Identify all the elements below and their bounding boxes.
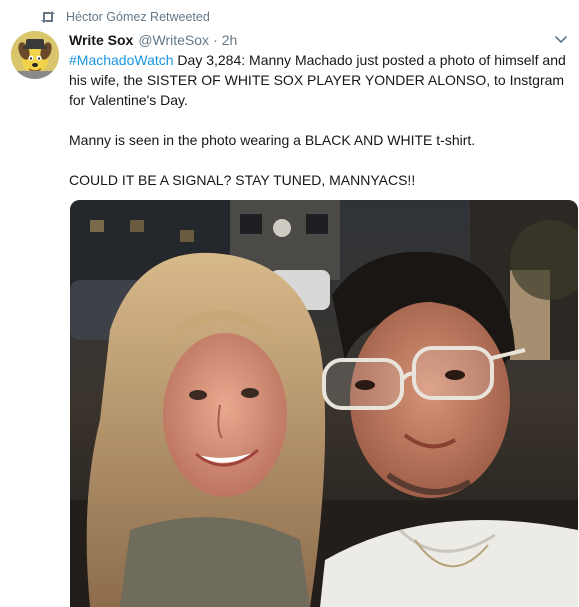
tweet-paragraph-3: COULD IT BE A SIGNAL? STAY TUNED, MANNYA…: [69, 172, 416, 188]
tweet-header: Write Sox @WriteSox · 2h: [69, 30, 237, 50]
author-username[interactable]: @WriteSox: [138, 32, 209, 48]
header-separator: ·: [213, 32, 218, 48]
tweet-paragraph-1: #MachadoWatch Day 3,284: Manny Machado j…: [69, 50, 569, 110]
retweet-context: Héctor Gómez Retweeted: [40, 8, 210, 26]
tweet-paragraph-2: Manny is seen in the photo wearing a BLA…: [69, 132, 476, 148]
author-fullname[interactable]: Write Sox: [69, 32, 133, 48]
hashtag-link[interactable]: #MachadoWatch: [69, 52, 174, 68]
tweet-photo[interactable]: [70, 200, 578, 607]
tweet-timestamp[interactable]: 2h: [222, 32, 238, 48]
avatar[interactable]: [11, 31, 59, 79]
tweet-text: #MachadoWatch Day 3,284: Manny Machado j…: [69, 50, 569, 210]
couple-photo-image: [70, 200, 578, 607]
tweet-menu-button[interactable]: [553, 32, 569, 48]
retweet-context-text[interactable]: Héctor Gómez Retweeted: [66, 10, 210, 24]
chevron-down-icon: [555, 36, 567, 43]
retweet-icon: [40, 10, 56, 24]
tweet[interactable]: Héctor Gómez Retweeted Write Sox @WriteS…: [0, 0, 579, 607]
dog-avatar-icon: [11, 31, 59, 79]
